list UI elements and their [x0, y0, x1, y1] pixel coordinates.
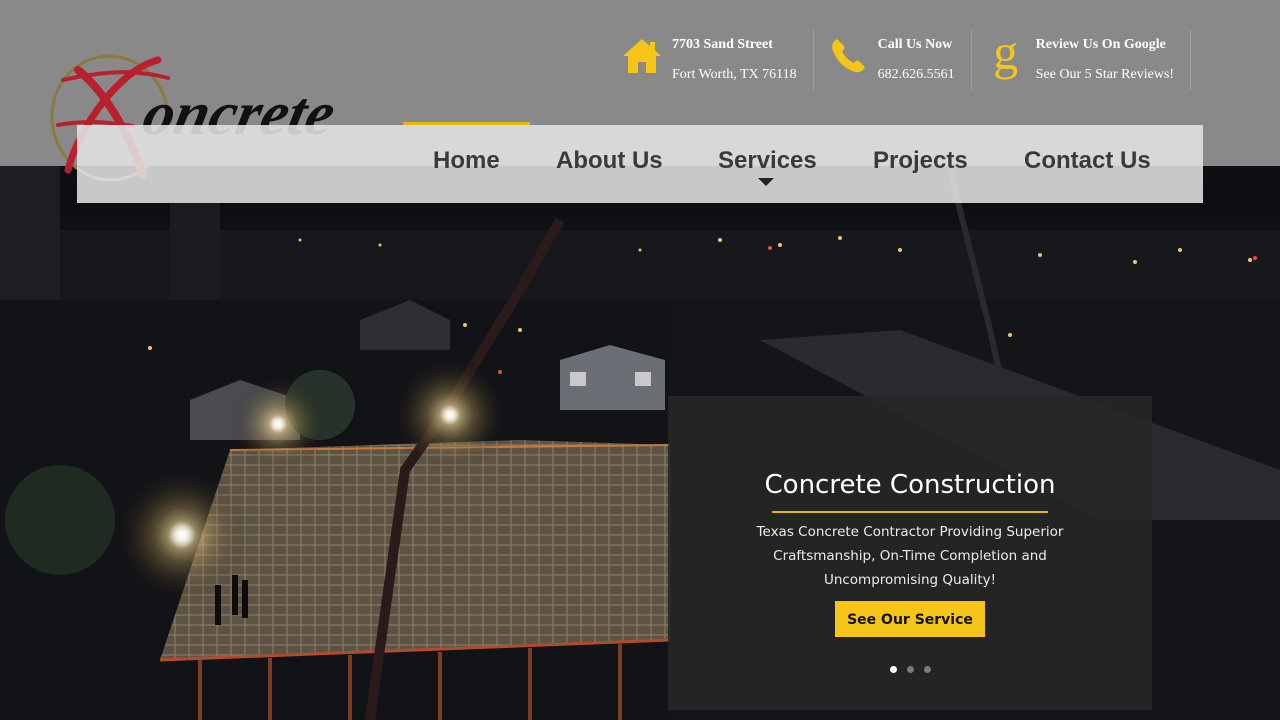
slide-title-underline: [772, 511, 1048, 513]
google-review-title: Review Us On Google: [1035, 37, 1166, 52]
nav-item-projects[interactable]: Projects: [873, 147, 968, 175]
phone-title: Call Us Now: [877, 37, 953, 52]
main-nav: Home About Us Services Projects Contact …: [77, 122, 1203, 203]
address-line-1: 7703 Sand Street: [672, 37, 773, 52]
phone-number[interactable]: 682.626.5561: [878, 67, 955, 83]
home-icon: [620, 34, 664, 78]
slider-dot-2[interactable]: [907, 666, 914, 673]
google-icon: g: [993, 24, 1019, 80]
nav-active-indicator: [403, 122, 530, 125]
nav-item-about-us[interactable]: About Us: [556, 147, 663, 175]
slide-description: Texas Concrete Contractor Providing Supe…: [756, 524, 1064, 588]
address-line-2: Fort Worth, TX 76118: [672, 67, 797, 82]
services-dropdown-icon[interactable]: [758, 178, 774, 186]
contact-google-review[interactable]: g Review Us On Google See Our 5 Star Rev…: [970, 24, 1192, 90]
slider-dot-1[interactable]: [890, 666, 897, 673]
google-review-sub: See Our 5 Star Reviews!: [1035, 67, 1175, 82]
see-our-service-button[interactable]: See Our Service: [835, 601, 985, 637]
slider-dot-3[interactable]: [924, 666, 931, 673]
contact-bar: 7703 Sand Street Fort Worth, TX 76118 Ca…: [620, 24, 1192, 90]
nav-item-services[interactable]: Services: [718, 147, 817, 175]
slide-title: Concrete Construction: [764, 470, 1056, 500]
contact-address[interactable]: 7703 Sand Street Fort Worth, TX 76118: [620, 30, 813, 90]
contact-phone[interactable]: Call Us Now 682.626.5561: [812, 30, 971, 90]
phone-icon: [826, 34, 870, 78]
nav-item-home[interactable]: Home: [433, 147, 500, 175]
nav-item-contact-us[interactable]: Contact Us: [1024, 147, 1151, 175]
slider-pagination: [890, 666, 941, 673]
slider-caption-panel: Concrete Construction Texas Concrete Con…: [668, 396, 1152, 710]
